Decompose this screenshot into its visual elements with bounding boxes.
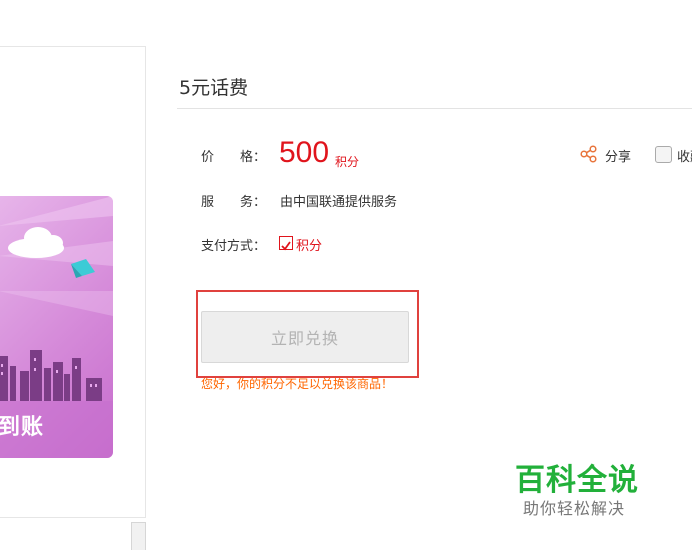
title-divider	[177, 108, 692, 109]
service-value: 由中国联通提供服务	[280, 195, 398, 210]
favorite-button[interactable]: 收藏	[677, 146, 692, 165]
product-title: 5元话费	[179, 77, 249, 99]
scrollbar-stub[interactable]	[131, 522, 146, 550]
share-icon[interactable]	[580, 145, 598, 163]
price-label: 价 格：	[201, 150, 267, 165]
product-image-caption: 到账	[0, 415, 45, 440]
checkmark-icon	[281, 241, 291, 251]
price-unit: 积分	[335, 155, 360, 169]
watermark-title: 百科全说	[515, 463, 639, 498]
insufficient-points-warning: 您好，你的积分不足以兑换该商品！	[201, 377, 394, 391]
points-payment-label[interactable]: 积分	[296, 235, 322, 254]
points-payment-checkbox[interactable]	[279, 236, 293, 251]
redeem-now-button[interactable]: 立即兑换	[201, 311, 409, 363]
product-image-panel: 到账	[0, 46, 146, 518]
payment-method-label: 支付方式：	[201, 239, 267, 254]
favorite-heart-icon[interactable]	[655, 146, 672, 163]
share-button[interactable]: 分享	[605, 146, 631, 165]
product-image: 到账	[0, 196, 113, 458]
city-skyline	[0, 350, 102, 401]
cloud-icon	[8, 227, 64, 258]
watermark-subtitle: 助你轻松解决	[523, 499, 626, 518]
service-label: 服 务：	[201, 195, 267, 210]
price-amount: 500	[279, 136, 330, 169]
